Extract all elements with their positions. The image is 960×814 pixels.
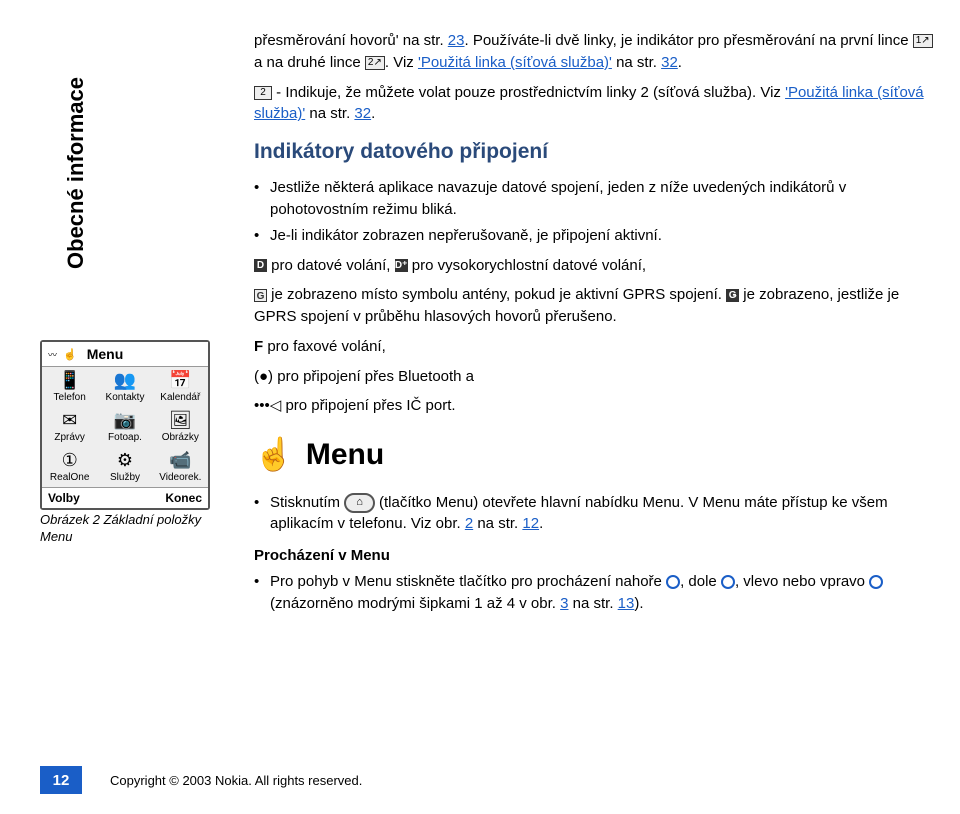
- text: .: [371, 105, 375, 122]
- line2-only-icon: 2: [254, 86, 272, 100]
- nav-down-icon: [721, 575, 735, 589]
- text: pro připojení přes Bluetooth a: [273, 368, 474, 385]
- phone-app-zpravy: ✉Zprávy: [42, 407, 97, 447]
- camera-icon: 📷: [99, 411, 150, 431]
- nav-right-icon: [869, 575, 883, 589]
- page-link-13[interactable]: 13: [618, 595, 635, 612]
- phone-app-telefon: 📱Telefon: [42, 367, 97, 407]
- page-number: 12: [40, 766, 82, 794]
- menu-heading: Menu: [306, 433, 384, 477]
- phone-screenshot: 〰 ☝ Menu 📱Telefon 👥Kontakty 📅Kalendář ✉Z…: [40, 340, 210, 510]
- text: přesměrování hovorů' na str.: [254, 32, 448, 49]
- section-header: Obecné informace: [63, 77, 89, 269]
- text: . Viz: [385, 54, 418, 71]
- phone-app-fotoap: 📷Fotoap.: [97, 407, 152, 447]
- text: na str.: [305, 105, 354, 122]
- text: a na druhé lince: [254, 54, 365, 71]
- text: pro vysokorychlostní datové volání,: [408, 257, 646, 274]
- swirl-icon: 〰: [48, 348, 57, 361]
- hand-icon: ☝: [63, 348, 77, 361]
- text: pro připojení přes IČ port.: [281, 397, 455, 414]
- infrared-icon: •••◁: [254, 397, 281, 414]
- figure-caption: Obrázek 2 Základní položky Menu: [40, 512, 230, 546]
- phone-app-kontakty: 👥Kontakty: [97, 367, 152, 407]
- gprs-active-icon: G: [254, 289, 267, 302]
- list-item: Pro pohyb v Menu stiskněte tlačítko pro …: [254, 571, 940, 615]
- bluetooth-icon: (●): [254, 368, 273, 385]
- main-content: přesměrování hovorů' na str. 23. Používá…: [254, 30, 940, 622]
- video-icon: 📹: [155, 451, 206, 471]
- nav-subheading: Procházení v Menu: [254, 545, 940, 567]
- text: .: [678, 54, 682, 71]
- copyright: Copyright © 2003 Nokia. All rights reser…: [110, 773, 362, 788]
- softkey-right: Konec: [165, 491, 202, 505]
- list-item: Jestliže některá aplikace navazuje datov…: [254, 177, 940, 221]
- page-link-12[interactable]: 12: [522, 515, 539, 532]
- calendar-icon: 📅: [155, 371, 206, 391]
- images-icon: 🖼: [155, 411, 206, 431]
- data-call-icon: D: [254, 259, 267, 272]
- line2-forward-icon: 2↗: [365, 56, 385, 70]
- contacts-icon: 👥: [99, 371, 150, 391]
- nav-up-icon: [666, 575, 680, 589]
- page-link-32[interactable]: 32: [661, 54, 678, 71]
- phone-app-kalendar: 📅Kalendář: [153, 367, 208, 407]
- softkey-left: Volby: [48, 491, 80, 505]
- phone-icon: 📱: [44, 371, 95, 391]
- page-link-32b[interactable]: 32: [354, 105, 371, 122]
- fig-link-2[interactable]: 2: [465, 515, 473, 532]
- text: pro faxové volání,: [263, 338, 386, 355]
- text: na str.: [612, 54, 661, 71]
- gprs-suspended-icon: Ǥ: [726, 289, 739, 302]
- data-indicators-heading: Indikátory datového připojení: [254, 137, 940, 167]
- services-icon: ⚙: [99, 451, 150, 471]
- text: - Indikuje, že můžete volat pouze prostř…: [272, 84, 785, 101]
- link-pouzita-linka[interactable]: 'Použitá linka (síťová služba)': [418, 54, 612, 71]
- text: pro datové volání,: [267, 257, 395, 274]
- line1-forward-icon: 1↗: [913, 34, 933, 48]
- list-item: Stisknutím ⌂ (tlačítko Menu) otevřete hl…: [254, 492, 940, 536]
- hs-data-call-icon: D⁺: [395, 259, 408, 272]
- phone-app-realone: ①RealOne: [42, 447, 97, 487]
- text: . Používáte-li dvě linky, je indikátor p…: [464, 32, 912, 49]
- phone-app-videorek: 📹Videorek.: [153, 447, 208, 487]
- menu-key-icon: ⌂: [344, 493, 375, 513]
- menu-hand-icon: ☝: [254, 431, 294, 477]
- list-item: Je-li indikátor zobrazen nepřerušovaně, …: [254, 225, 940, 247]
- fax-icon: F: [254, 338, 263, 355]
- page-link-23[interactable]: 23: [448, 32, 465, 49]
- text: je zobrazeno místo symbolu antény, pokud…: [267, 286, 726, 303]
- phone-app-obrazky: 🖼Obrázky: [153, 407, 208, 447]
- phone-title: Menu: [87, 346, 124, 362]
- messages-icon: ✉: [44, 411, 95, 431]
- phone-app-sluzby: ⚙Služby: [97, 447, 152, 487]
- realone-icon: ①: [44, 451, 95, 471]
